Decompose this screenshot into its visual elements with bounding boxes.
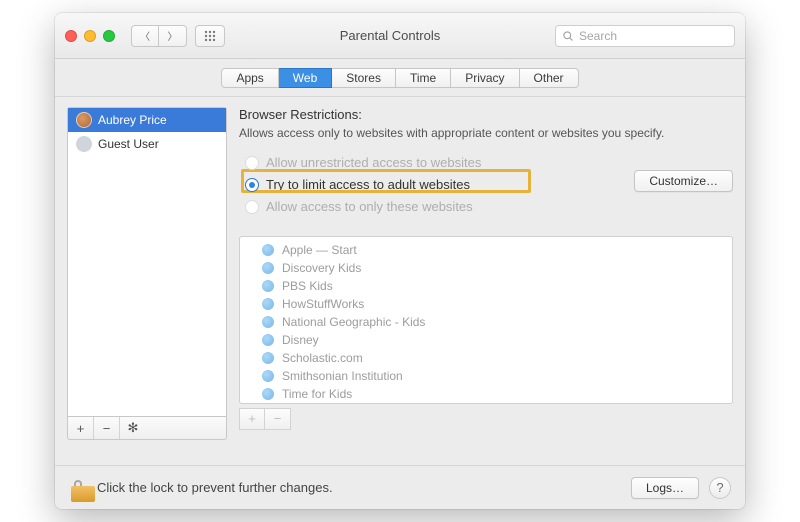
zoom-icon[interactable]	[103, 30, 115, 42]
lock-button[interactable]	[69, 478, 87, 498]
user-name: Guest User	[98, 137, 159, 151]
list-item[interactable]: Apple — Start	[240, 241, 732, 259]
grid-icon	[204, 30, 216, 42]
list-item[interactable]: Time for Kids	[240, 385, 732, 403]
customize-button[interactable]: Customize…	[634, 170, 733, 192]
remove-user-button[interactable]: −	[94, 417, 120, 439]
search-icon	[562, 30, 574, 42]
window-title: Parental Controls	[233, 28, 547, 43]
list-item[interactable]: Smithsonian Institution	[240, 367, 732, 385]
add-site-button: +	[239, 408, 265, 430]
globe-icon	[262, 334, 274, 346]
remove-site-button: −	[265, 408, 291, 430]
chevron-left-icon: 〈	[140, 28, 150, 43]
tab-time[interactable]: Time	[396, 68, 451, 88]
user-guest[interactable]: Guest User	[68, 132, 226, 156]
globe-icon	[262, 298, 274, 310]
search-input[interactable]: Search	[555, 25, 735, 47]
globe-icon	[262, 262, 274, 274]
help-icon: ?	[716, 480, 723, 495]
list-item[interactable]: PBS Kids	[240, 277, 732, 295]
section-title: Browser Restrictions:	[239, 107, 733, 122]
globe-icon	[262, 280, 274, 292]
globe-icon	[262, 352, 274, 364]
list-item[interactable]: HowStuffWorks	[240, 295, 732, 313]
lock-body-icon	[71, 486, 95, 502]
globe-icon	[262, 370, 274, 382]
toolbar: 〈 〉 Parental Controls Search	[55, 13, 745, 59]
window-controls	[65, 30, 115, 42]
radio-unrestricted[interactable]: Allow unrestricted access to websites	[245, 152, 634, 174]
radio-limit-adult[interactable]: Try to limit access to adult websites	[245, 174, 634, 196]
user-list-controls: + − ✻	[67, 417, 227, 440]
user-list[interactable]: Aubrey Price Guest User	[67, 107, 227, 417]
forward-button[interactable]: 〉	[159, 25, 187, 47]
footer: Click the lock to prevent further change…	[55, 465, 745, 509]
logs-button[interactable]: Logs…	[631, 477, 699, 499]
add-user-button[interactable]: +	[68, 417, 94, 439]
main-panel: Browser Restrictions: Allows access only…	[239, 107, 733, 459]
nav-segment: 〈 〉	[131, 25, 187, 47]
list-item[interactable]: Scholastic.com	[240, 349, 732, 367]
list-item[interactable]: Disney	[240, 331, 732, 349]
radio-only-these[interactable]: Allow access to only these websites	[245, 196, 634, 218]
tab-other[interactable]: Other	[520, 68, 579, 88]
preferences-window: 〈 〉 Parental Controls Search Apps Web St…	[55, 13, 745, 509]
radio-icon	[245, 200, 259, 214]
radio-icon	[245, 178, 259, 192]
restriction-radios: Allow unrestricted access to websites Tr…	[245, 152, 634, 218]
close-icon[interactable]	[65, 30, 77, 42]
tab-stores[interactable]: Stores	[332, 68, 396, 88]
minimize-icon[interactable]	[84, 30, 96, 42]
user-sidebar: Aubrey Price Guest User + − ✻	[67, 107, 227, 459]
user-settings-button[interactable]: ✻	[120, 417, 146, 439]
tab-apps[interactable]: Apps	[221, 68, 278, 88]
user-aubrey-price[interactable]: Aubrey Price	[68, 108, 226, 132]
avatar-icon	[76, 136, 92, 152]
help-button[interactable]: ?	[709, 477, 731, 499]
globe-icon	[262, 244, 274, 256]
list-item[interactable]: Discovery Kids	[240, 259, 732, 277]
tab-web[interactable]: Web	[279, 68, 332, 88]
section-description: Allows access only to websites with appr…	[239, 126, 669, 142]
chevron-right-icon: 〉	[168, 28, 178, 43]
avatar-icon	[76, 112, 92, 128]
globe-icon	[262, 316, 274, 328]
search-placeholder: Search	[579, 29, 617, 43]
back-button[interactable]: 〈	[131, 25, 159, 47]
tab-privacy[interactable]: Privacy	[451, 68, 519, 88]
user-name: Aubrey Price	[98, 113, 167, 127]
show-all-button[interactable]	[195, 25, 225, 47]
globe-icon	[262, 388, 274, 400]
content-area: Aubrey Price Guest User + − ✻ Browser Re…	[55, 97, 745, 465]
lock-hint: Click the lock to prevent further change…	[97, 480, 621, 495]
radio-icon	[245, 156, 259, 170]
list-item[interactable]: National Geographic - Kids	[240, 313, 732, 331]
allowed-sites-list[interactable]: Apple — Start Discovery Kids PBS Kids Ho…	[239, 236, 733, 404]
site-list-controls: + −	[239, 408, 733, 430]
category-tabs: Apps Web Stores Time Privacy Other	[55, 59, 745, 97]
gear-icon: ✻	[128, 420, 139, 436]
